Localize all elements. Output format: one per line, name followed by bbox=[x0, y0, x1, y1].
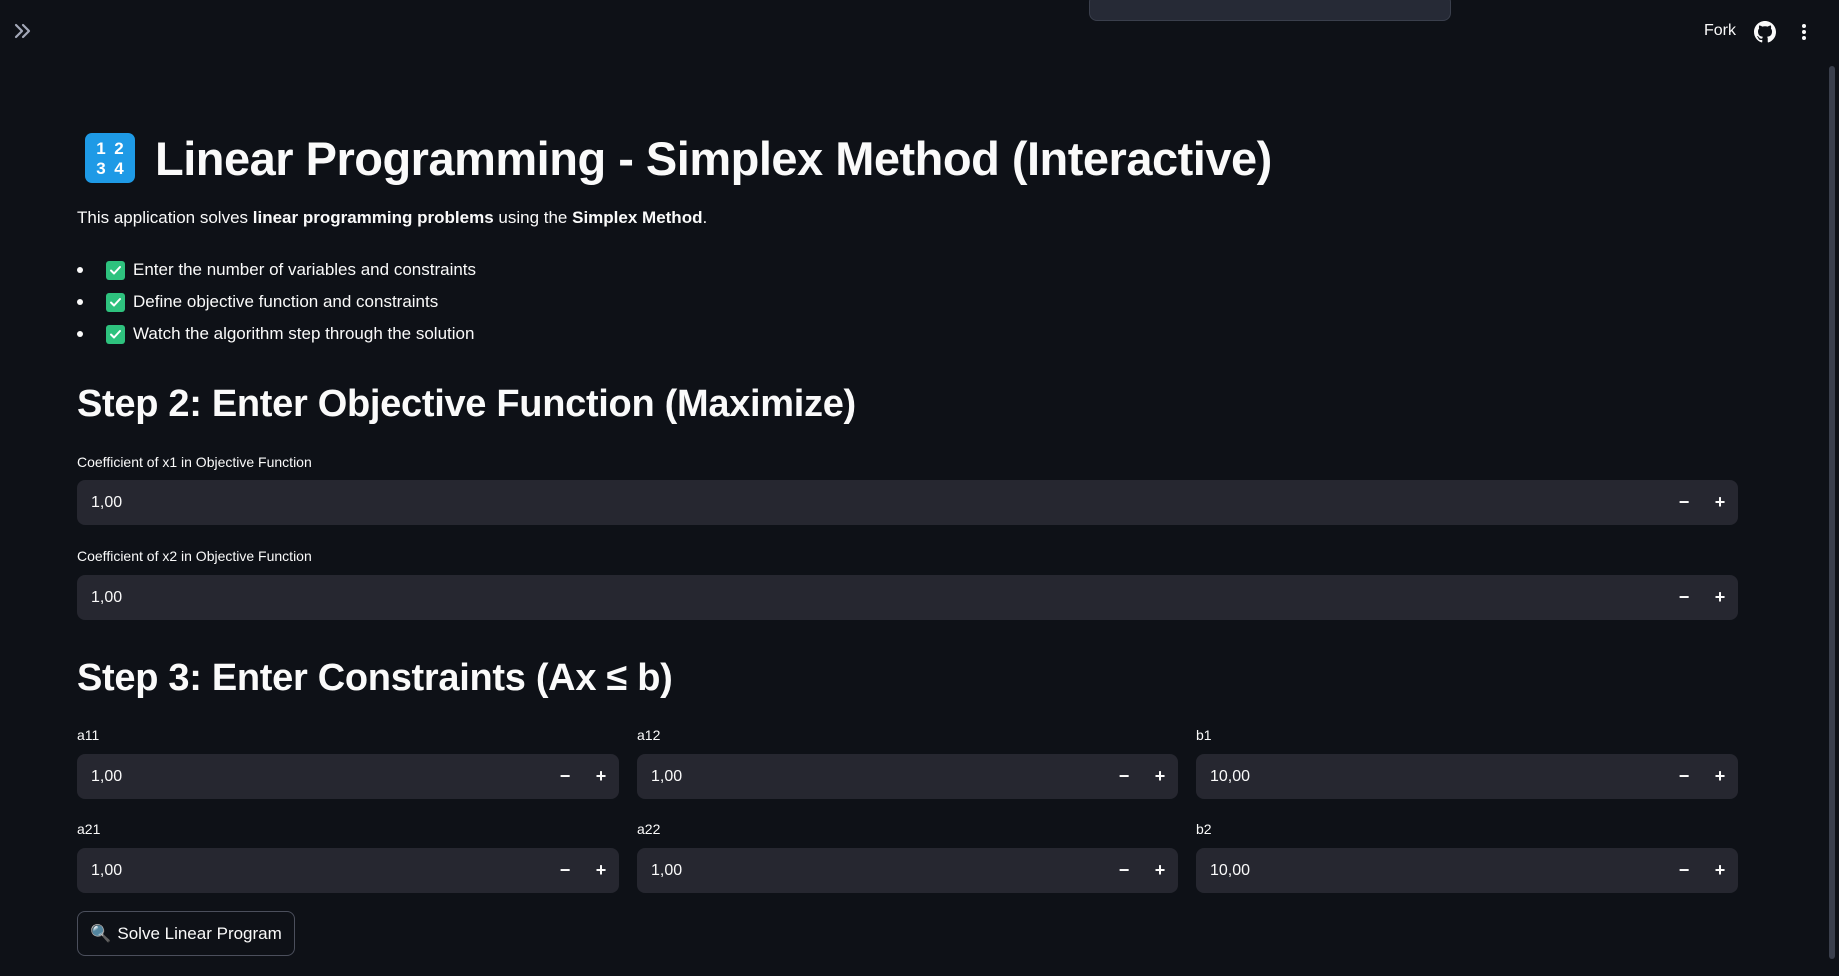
increment-button[interactable]: + bbox=[1704, 575, 1736, 620]
a21-label: a21 bbox=[77, 821, 101, 837]
step2-heading: Step 2: Enter Objective Function (Maximi… bbox=[77, 383, 856, 425]
input-value[interactable]: 10,00 bbox=[1210, 754, 1250, 799]
x2-coefficient-label: Coefficient of x2 in Objective Function bbox=[77, 548, 312, 564]
decrement-button[interactable]: − bbox=[549, 848, 581, 893]
decrement-button[interactable]: − bbox=[1668, 575, 1700, 620]
input-value[interactable]: 1,00 bbox=[651, 754, 682, 799]
increment-button[interactable]: + bbox=[1144, 754, 1176, 799]
list-item-text: Enter the number of variables and constr… bbox=[133, 260, 477, 279]
emoji-digit: 3 bbox=[96, 158, 106, 178]
decrement-button[interactable]: − bbox=[1668, 754, 1700, 799]
input-value[interactable]: 1,00 bbox=[91, 480, 122, 525]
intro-suffix: . bbox=[702, 208, 708, 227]
intro-middle: using the bbox=[493, 208, 573, 227]
increment-button[interactable]: + bbox=[1704, 480, 1736, 525]
b2-label: b2 bbox=[1196, 821, 1212, 837]
decrement-button[interactable]: − bbox=[1108, 754, 1140, 799]
input-value[interactable]: 1,00 bbox=[91, 848, 122, 893]
page-title-row: 1 2 3 4 Linear Programming - Simplex Met… bbox=[85, 130, 1272, 186]
github-icon[interactable] bbox=[1754, 21, 1776, 43]
emoji-digit: 4 bbox=[114, 158, 124, 178]
intro-text: This application solves linear programmi… bbox=[77, 208, 707, 228]
intro-bold-simplex: Simplex Method bbox=[572, 208, 703, 227]
increment-button[interactable]: + bbox=[1704, 848, 1736, 893]
x2-coefficient-input[interactable]: 1,00 − + bbox=[77, 575, 1738, 620]
decrement-button[interactable]: − bbox=[1668, 848, 1700, 893]
step3-heading: Step 3: Enter Constraints (Ax ≤ b) bbox=[77, 657, 673, 699]
magnifier-icon: 🔍 bbox=[90, 923, 112, 943]
list-item: Define objective function and constraint… bbox=[77, 286, 476, 318]
list-item: Enter the number of variables and constr… bbox=[77, 254, 476, 286]
x1-coefficient-label: Coefficient of x1 in Objective Function bbox=[77, 454, 312, 470]
input-value[interactable]: 10,00 bbox=[1210, 848, 1250, 893]
a12-label: a12 bbox=[637, 727, 661, 743]
scrollbar[interactable] bbox=[1829, 66, 1835, 959]
check-mark-icon bbox=[106, 324, 125, 344]
increment-button[interactable]: + bbox=[585, 848, 617, 893]
increment-button[interactable]: + bbox=[1704, 754, 1736, 799]
app-header: Fork bbox=[0, 0, 1839, 62]
a21-input[interactable]: 1,00 − + bbox=[77, 848, 619, 893]
check-mark-icon bbox=[106, 292, 125, 312]
double-chevron-right-icon[interactable] bbox=[12, 20, 34, 42]
status-widget bbox=[1089, 0, 1451, 21]
kebab-menu-icon[interactable] bbox=[1793, 21, 1815, 43]
x1-coefficient-input[interactable]: 1,00 − + bbox=[77, 480, 1738, 525]
list-item-text: Watch the algorithm step through the sol… bbox=[133, 324, 475, 343]
solve-button[interactable]: 🔍 Solve Linear Program bbox=[77, 911, 295, 956]
a22-input[interactable]: 1,00 − + bbox=[637, 848, 1178, 893]
decrement-button[interactable]: − bbox=[1108, 848, 1140, 893]
input-value[interactable]: 1,00 bbox=[91, 575, 122, 620]
page-title: Linear Programming - Simplex Method (Int… bbox=[155, 131, 1272, 185]
a11-input[interactable]: 1,00 − + bbox=[77, 754, 619, 799]
intro-bold-lp: linear programming problems bbox=[252, 208, 494, 227]
a22-label: a22 bbox=[637, 821, 661, 837]
increment-button[interactable]: + bbox=[585, 754, 617, 799]
list-item-text: Define objective function and constraint… bbox=[133, 292, 439, 311]
a12-input[interactable]: 1,00 − + bbox=[637, 754, 1178, 799]
a11-label: a11 bbox=[77, 727, 100, 743]
b1-label: b1 bbox=[1196, 727, 1212, 743]
input-value[interactable]: 1,00 bbox=[91, 754, 122, 799]
b1-input[interactable]: 10,00 − + bbox=[1196, 754, 1738, 799]
input-value[interactable]: 1,00 bbox=[651, 848, 682, 893]
feature-list: Enter the number of variables and constr… bbox=[77, 254, 476, 350]
emoji-digit: 2 bbox=[114, 138, 124, 158]
decrement-button[interactable]: − bbox=[1668, 480, 1700, 525]
b2-input[interactable]: 10,00 − + bbox=[1196, 848, 1738, 893]
solve-button-label: Solve Linear Program bbox=[117, 923, 282, 943]
fork-link[interactable]: Fork bbox=[1704, 22, 1736, 40]
decrement-button[interactable]: − bbox=[549, 754, 581, 799]
emoji-digit: 1 bbox=[96, 138, 106, 158]
list-item: Watch the algorithm step through the sol… bbox=[77, 318, 476, 350]
increment-button[interactable]: + bbox=[1144, 848, 1176, 893]
check-mark-icon bbox=[106, 260, 125, 280]
intro-prefix: This application solves bbox=[77, 208, 253, 227]
input-numbers-icon: 1 2 3 4 bbox=[85, 133, 135, 183]
